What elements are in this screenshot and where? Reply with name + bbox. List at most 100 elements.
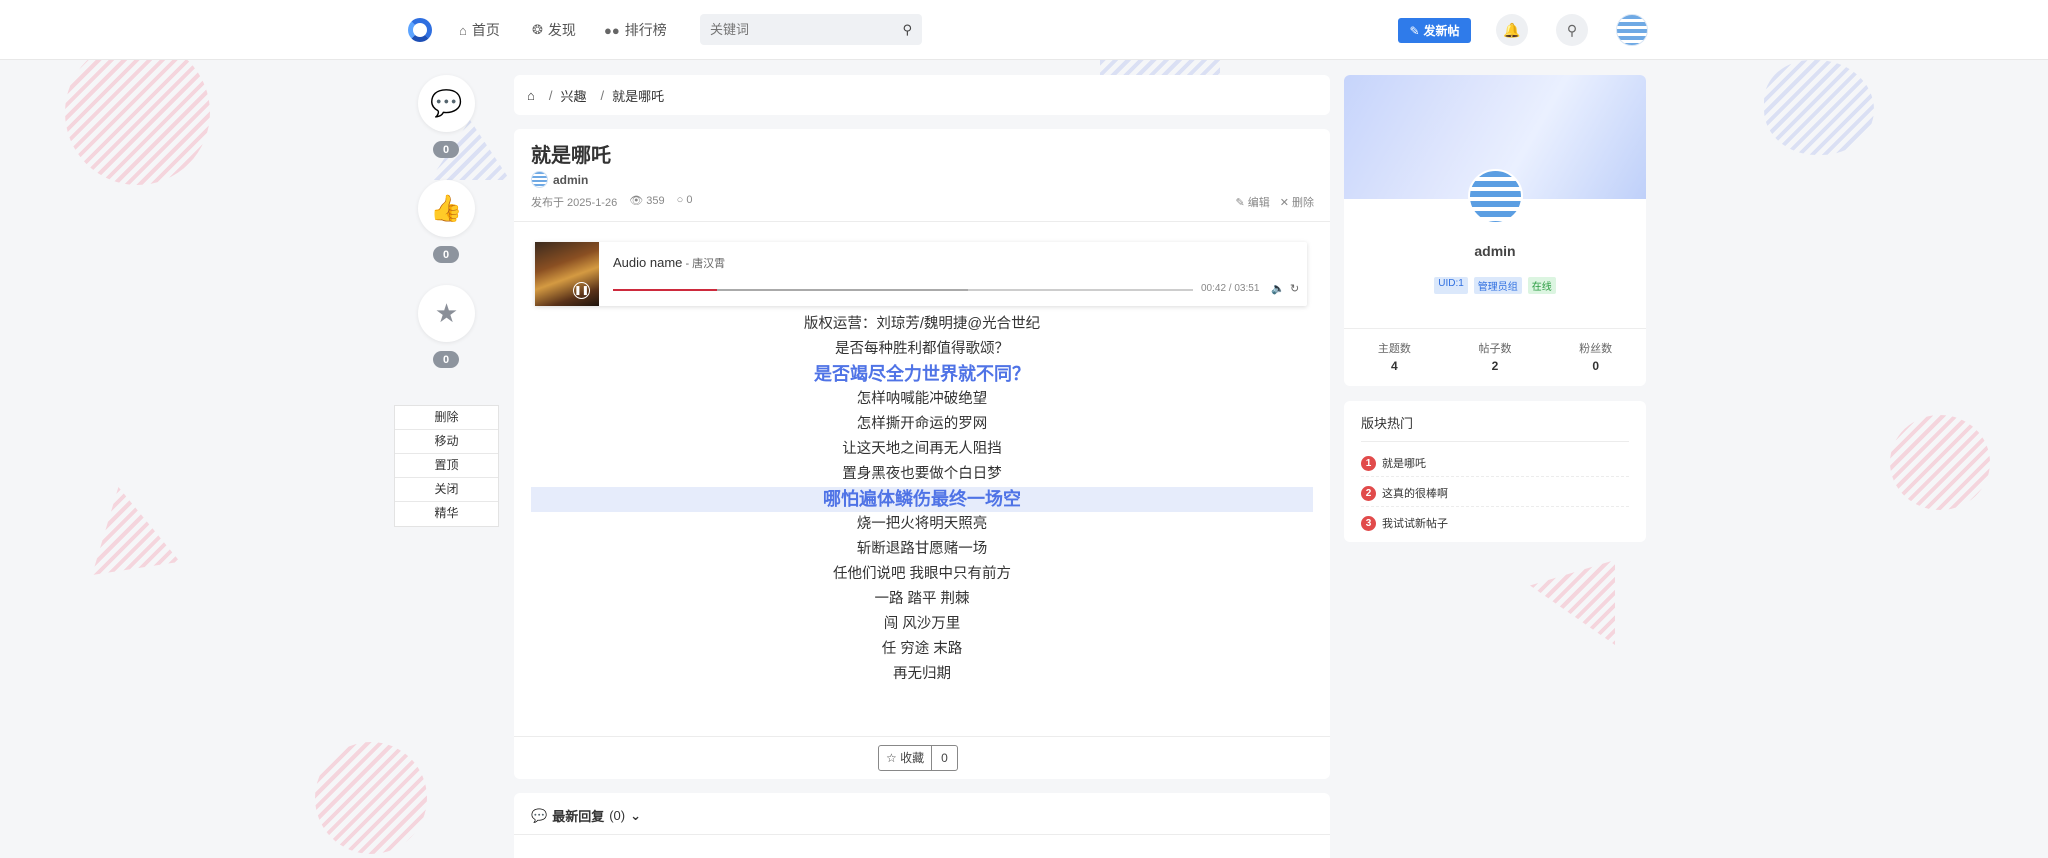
- playback-time: 00:42 / 03:51: [1201, 283, 1260, 294]
- bell-icon: 🔔: [1503, 21, 1521, 38]
- new-post-button[interactable]: ✎ 发新帖: [1398, 18, 1471, 43]
- mod-feature-button[interactable]: 精华: [395, 502, 498, 526]
- like-button[interactable]: 👍: [418, 180, 475, 237]
- site-logo-icon[interactable]: [408, 18, 432, 42]
- stat-value: 4: [1390, 359, 1398, 373]
- comments-button[interactable]: 💬: [418, 75, 475, 132]
- home-icon: ⌂: [459, 22, 467, 38]
- nav-item-label: 发现: [547, 22, 576, 38]
- stat-value: 2: [1491, 359, 1499, 373]
- lyric-line: 一路 踏平 荆棘: [874, 591, 970, 607]
- replies-header[interactable]: 💬 最新回复 (0) ⌄: [531, 806, 641, 825]
- profile-avatar[interactable]: [1468, 169, 1523, 224]
- mod-delete-button[interactable]: 删除: [395, 406, 498, 430]
- replies-card: 💬 最新回复 (0) ⌄: [514, 793, 1330, 858]
- lyric-line: 闯 风沙万里: [883, 616, 961, 632]
- search-bar: ⚲: [700, 14, 922, 45]
- nav-item-home[interactable]: ⌂ 首页: [459, 20, 500, 40]
- edit-label: 编辑: [1247, 197, 1270, 209]
- lyric-line: 再无归期: [893, 666, 951, 682]
- breadcrumb-separator: /: [600, 87, 605, 103]
- user-avatar[interactable]: [1616, 14, 1648, 46]
- compass-icon: ❂: [532, 22, 543, 37]
- search-input[interactable]: [710, 22, 903, 37]
- lyrics-panel: 版权运营：刘琼芳/魏明捷@光合世纪 是否每种胜利都值得歌颂？ 是否竭尽全力世界就不同…: [531, 312, 1313, 687]
- replies-label: 最新回复: [552, 809, 605, 824]
- audio-artist: - 唐汉霄: [682, 258, 726, 270]
- stat-fans[interactable]: 粉丝数 0: [1545, 340, 1646, 373]
- search-icon[interactable]: ⚲: [902, 22, 912, 38]
- favorite-label-wrap: ☆ 收藏: [879, 746, 933, 770]
- breadcrumb-item: 就是哪吒: [612, 88, 665, 104]
- background-blob-decoration: [1764, 60, 1874, 155]
- background-circle-decoration: [65, 40, 210, 185]
- star-button[interactable]: ★: [418, 285, 475, 342]
- stat-posts[interactable]: 帖子数 2: [1445, 340, 1546, 373]
- divider: [1361, 506, 1629, 507]
- new-post-label: 发新帖: [1423, 24, 1460, 38]
- stat-label: 帖子数: [1478, 343, 1512, 355]
- stat-topics[interactable]: 主题数 4: [1344, 340, 1445, 373]
- home-icon[interactable]: ⌂: [527, 88, 535, 103]
- chat-icon: 💬: [531, 807, 548, 823]
- search-icon: ⚲: [1566, 21, 1578, 38]
- delete-post-link[interactable]: ✕ 删除: [1280, 194, 1314, 210]
- delete-label: 删除: [1292, 197, 1314, 209]
- close-icon: ✕: [1279, 197, 1289, 209]
- comments-stat: ○ 0: [677, 194, 693, 210]
- stat-value: 0: [1592, 359, 1600, 373]
- breadcrumb-item[interactable]: 兴趣: [560, 86, 586, 105]
- mod-close-button[interactable]: 关闭: [395, 478, 498, 502]
- stat-label: 粉丝数: [1579, 343, 1613, 355]
- views-stat: 👁 359: [629, 194, 664, 210]
- post-card: 就是哪吒 admin 发布于 2025-1-26 👁 359 ○ 0 ✎ 编辑 …: [514, 129, 1330, 779]
- hot-topic-item[interactable]: 3 我试试新帖子: [1361, 515, 1448, 531]
- favorite-button[interactable]: ☆ 收藏 0: [878, 745, 958, 771]
- stat-label: 主题数: [1377, 343, 1411, 355]
- star-outline-icon: ☆: [886, 751, 897, 765]
- post-meta: 发布于 2025-1-26 👁 359 ○ 0: [531, 194, 692, 210]
- thumbs-up-icon: 👍: [430, 193, 463, 223]
- nav-item-label: 排行榜: [624, 22, 667, 38]
- top-navbar: ⌂ 首页 ❂ 发现 ●● 排行榜 ⚲ ✎ 发新帖 🔔 ⚲: [0, 0, 2048, 60]
- star-icon: ★: [434, 298, 459, 328]
- divider: [514, 834, 1330, 835]
- volume-icon[interactable]: 🔈: [1271, 282, 1285, 295]
- nav-item-ranking[interactable]: ●● 排行榜: [604, 20, 667, 40]
- lyric-line: 置身黑夜也要做个白日梦: [842, 466, 1002, 482]
- mod-pin-button[interactable]: 置顶: [395, 454, 498, 478]
- divider: [1344, 328, 1646, 329]
- profile-card: admin UID:1 管理员组 在线 主题数 4 帖子数 2 粉丝数 0: [1344, 75, 1646, 386]
- progress-track[interactable]: [613, 289, 1193, 291]
- profile-badges: UID:1 管理员组 在线: [1344, 277, 1646, 294]
- lyric-line: 是否每种胜利都值得歌颂？: [835, 341, 1009, 357]
- favorite-label: 收藏: [900, 751, 925, 765]
- breadcrumb: ⌂ / 兴趣 / 就是哪吒: [514, 75, 1330, 115]
- lyric-line: 版权运营：刘琼芳/魏明捷@光合世纪: [803, 316, 1041, 332]
- lyric-line: 是否竭尽全力世界就不同？: [814, 364, 1030, 384]
- pause-icon[interactable]: ❚❚: [573, 282, 590, 299]
- mod-move-button[interactable]: 移动: [395, 430, 498, 454]
- loop-icon[interactable]: ↻: [1290, 282, 1299, 295]
- rank-badge: 2: [1361, 485, 1376, 501]
- notifications-button[interactable]: 🔔: [1496, 14, 1528, 46]
- hot-topic-item[interactable]: 2 这真的很棒啊: [1361, 485, 1448, 501]
- divider: [514, 736, 1330, 737]
- star-count-badge: 0: [433, 351, 459, 368]
- search-button[interactable]: ⚲: [1556, 14, 1588, 46]
- eye-icon: 👁: [629, 195, 644, 207]
- edit-post-link[interactable]: ✎ 编辑: [1235, 194, 1269, 210]
- author-name[interactable]: admin: [553, 173, 588, 187]
- background-blob-decoration: [1890, 415, 1990, 510]
- divider: [1361, 441, 1629, 442]
- hot-topics-card: 版块热门 1 就是哪吒 2 这真的很棒啊 3 我试试新帖子: [1344, 401, 1646, 542]
- profile-name[interactable]: admin: [1344, 243, 1646, 259]
- online-badge: 在线: [1527, 277, 1556, 294]
- lyric-line: 怎样撕开命运的罗网: [856, 416, 988, 432]
- hot-topic-item[interactable]: 1 就是哪吒: [1361, 455, 1426, 471]
- progress-played: [613, 289, 718, 291]
- nav-item-discover[interactable]: ❂ 发现: [532, 20, 576, 40]
- author-avatar[interactable]: [531, 171, 548, 188]
- comments-icon: 💬: [430, 88, 463, 118]
- edit-icon: ✎: [1235, 197, 1245, 209]
